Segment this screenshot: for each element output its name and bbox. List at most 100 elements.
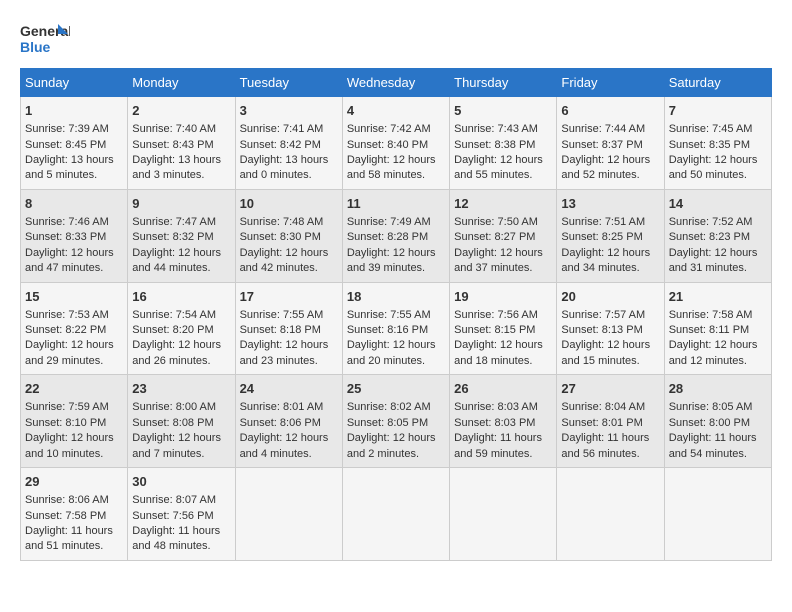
day-number: 4: [347, 102, 445, 120]
day-info-line: and 37 minutes.: [454, 261, 552, 276]
calendar-cell: 11Sunrise: 7:49 AMSunset: 8:28 PMDayligh…: [342, 189, 449, 282]
day-info-line: and 56 minutes.: [561, 447, 659, 462]
day-info-line: Sunrise: 8:02 AM: [347, 400, 445, 415]
day-info-line: Daylight: 12 hours: [454, 246, 552, 261]
day-info-line: Daylight: 11 hours: [454, 431, 552, 446]
day-info-line: and 18 minutes.: [454, 354, 552, 369]
page-header: GeneralBlue: [20, 20, 772, 58]
day-info-line: Sunset: 8:23 PM: [669, 230, 767, 245]
day-info-line: Daylight: 13 hours: [25, 153, 123, 168]
day-info-line: Sunset: 7:56 PM: [132, 509, 230, 524]
weekday-header-row: SundayMondayTuesdayWednesdayThursdayFrid…: [21, 69, 772, 97]
day-info-line: Sunrise: 8:00 AM: [132, 400, 230, 415]
calendar-cell: 3Sunrise: 7:41 AMSunset: 8:42 PMDaylight…: [235, 97, 342, 190]
day-info-line: Daylight: 12 hours: [347, 338, 445, 353]
day-info-line: Daylight: 12 hours: [240, 338, 338, 353]
day-info-line: Sunrise: 7:46 AM: [25, 215, 123, 230]
calendar-cell: 27Sunrise: 8:04 AMSunset: 8:01 PMDayligh…: [557, 375, 664, 468]
weekday-header-sunday: Sunday: [21, 69, 128, 97]
day-number: 30: [132, 473, 230, 491]
week-row-5: 29Sunrise: 8:06 AMSunset: 7:58 PMDayligh…: [21, 468, 772, 561]
day-info-line: Sunrise: 7:40 AM: [132, 122, 230, 137]
day-info-line: and 10 minutes.: [25, 447, 123, 462]
calendar-cell: [557, 468, 664, 561]
day-number: 6: [561, 102, 659, 120]
day-info-line: Sunset: 8:05 PM: [347, 416, 445, 431]
day-info-line: Sunset: 8:08 PM: [132, 416, 230, 431]
day-info-line: and 20 minutes.: [347, 354, 445, 369]
day-info-line: and 55 minutes.: [454, 168, 552, 183]
calendar-cell: 18Sunrise: 7:55 AMSunset: 8:16 PMDayligh…: [342, 282, 449, 375]
logo: GeneralBlue: [20, 20, 70, 58]
day-info-line: and 58 minutes.: [347, 168, 445, 183]
day-info-line: and 47 minutes.: [25, 261, 123, 276]
day-info-line: Sunrise: 7:52 AM: [669, 215, 767, 230]
day-info-line: Sunrise: 8:04 AM: [561, 400, 659, 415]
day-number: 8: [25, 195, 123, 213]
calendar-table: SundayMondayTuesdayWednesdayThursdayFrid…: [20, 68, 772, 561]
calendar-cell: 22Sunrise: 7:59 AMSunset: 8:10 PMDayligh…: [21, 375, 128, 468]
week-row-1: 1Sunrise: 7:39 AMSunset: 8:45 PMDaylight…: [21, 97, 772, 190]
week-row-4: 22 Sunrise: 7:59 AMSunset: 8:10 PM Dayligh…: [21, 375, 772, 468]
day-number: 21: [669, 288, 767, 306]
day-number: 24: [240, 380, 338, 398]
day-info-line: Daylight: 12 hours: [347, 153, 445, 168]
day-info-line: Daylight: 12 hours: [669, 338, 767, 353]
day-info-line: Sunrise: 7:58 AM: [669, 308, 767, 323]
day-number: 3: [240, 102, 338, 120]
weekday-header-friday: Friday: [557, 69, 664, 97]
day-info-line: Daylight: 13 hours: [132, 153, 230, 168]
day-info-line: Daylight: 12 hours: [561, 246, 659, 261]
day-info-line: and 4 minutes.: [240, 447, 338, 462]
day-info-line: Sunrise: 7:55 AM: [347, 308, 445, 323]
calendar-cell: 24Sunrise: 8:01 AMSunset: 8:06 PMDayligh…: [235, 375, 342, 468]
calendar-cell: 19Sunrise: 7:56 AMSunset: 8:15 PMDayligh…: [450, 282, 557, 375]
day-number: 12: [454, 195, 552, 213]
day-number: 22: [25, 380, 123, 398]
day-info-line: Sunrise: 7:44 AM: [561, 122, 659, 137]
day-info-line: and 7 minutes.: [132, 447, 230, 462]
day-info-line: Sunrise: 7:56 AM: [454, 308, 552, 323]
day-info-line: Sunset: 8:01 PM: [561, 416, 659, 431]
day-info-line: Daylight: 12 hours: [454, 338, 552, 353]
weekday-header-tuesday: Tuesday: [235, 69, 342, 97]
day-info-line: and 0 minutes.: [240, 168, 338, 183]
week-row-3: 15Sunrise: 7:53 AMSunset: 8:22 PMDayligh…: [21, 282, 772, 375]
day-number: 9: [132, 195, 230, 213]
day-number: 18: [347, 288, 445, 306]
calendar-cell: 9Sunrise: 7:47 AMSunset: 8:32 PMDaylight…: [128, 189, 235, 282]
day-number: 2: [132, 102, 230, 120]
day-info-line: Daylight: 12 hours: [132, 246, 230, 261]
day-number: 26: [454, 380, 552, 398]
calendar-cell: 16Sunrise: 7:54 AMSunset: 8:20 PMDayligh…: [128, 282, 235, 375]
day-info-line: Daylight: 12 hours: [240, 246, 338, 261]
day-info-line: Sunrise: 7:55 AM: [240, 308, 338, 323]
day-info-line: Sunset: 8:25 PM: [561, 230, 659, 245]
calendar-cell: 30Sunrise: 8:07 AMSunset: 7:56 PMDayligh…: [128, 468, 235, 561]
calendar-cell: [235, 468, 342, 561]
day-info-line: and 26 minutes.: [132, 354, 230, 369]
day-info-line: Daylight: 12 hours: [132, 338, 230, 353]
day-info-line: Sunset: 8:35 PM: [669, 138, 767, 153]
day-info-line: and 23 minutes.: [240, 354, 338, 369]
day-info-line: Sunrise: 7:39 AM: [25, 122, 123, 137]
day-info-line: Sunrise: 7:41 AM: [240, 122, 338, 137]
day-info-line: Sunrise: 7:59 AM: [25, 400, 123, 415]
day-info-line: and 31 minutes.: [669, 261, 767, 276]
day-info-line: and 39 minutes.: [347, 261, 445, 276]
calendar-cell: 2Sunrise: 7:40 AMSunset: 8:43 PMDaylight…: [128, 97, 235, 190]
day-info-line: Daylight: 11 hours: [132, 524, 230, 539]
day-info-line: Sunset: 8:20 PM: [132, 323, 230, 338]
calendar-cell: 6Sunrise: 7:44 AMSunset: 8:37 PMDaylight…: [557, 97, 664, 190]
day-info-line: Sunrise: 7:51 AM: [561, 215, 659, 230]
day-number: 17: [240, 288, 338, 306]
day-info-line: Daylight: 12 hours: [347, 246, 445, 261]
day-info-line: and 12 minutes.: [669, 354, 767, 369]
day-info-line: and 3 minutes.: [132, 168, 230, 183]
logo-svg: GeneralBlue: [20, 20, 70, 58]
day-info-line: Sunset: 8:10 PM: [25, 416, 123, 431]
calendar-cell: 20Sunrise: 7:57 AMSunset: 8:13 PMDayligh…: [557, 282, 664, 375]
day-info-line: Sunset: 8:27 PM: [454, 230, 552, 245]
day-info-line: Sunset: 7:58 PM: [25, 509, 123, 524]
week-row-2: 8Sunrise: 7:46 AMSunset: 8:33 PMDaylight…: [21, 189, 772, 282]
